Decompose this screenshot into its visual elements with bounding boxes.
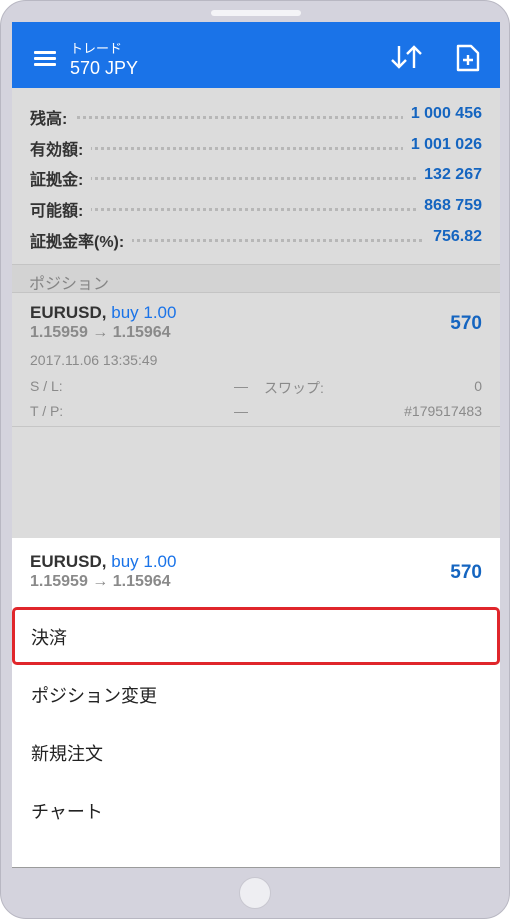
sheet-side: buy 1.00 (111, 552, 177, 571)
menu-item-chart[interactable]: チャート (12, 781, 500, 839)
ticket-number: #179517483 (404, 403, 482, 419)
leader-dots (30, 208, 482, 211)
summary-label: 証拠金: (30, 166, 92, 190)
stop-loss-label: S / L: (30, 378, 63, 394)
menu-item-new-order[interactable]: 新規注文 (12, 723, 500, 781)
symbol-text: EURUSD, (30, 552, 107, 571)
dimmed-overlay[interactable] (12, 427, 500, 538)
menu-item-label: 新規注文 (31, 744, 103, 764)
menu-item-label: ポジション変更 (31, 686, 157, 706)
position-profit: 570 (450, 313, 482, 334)
sheet-prices: 1.15959 → 1.15964 (30, 573, 171, 590)
summary-value: 1 000 456 (402, 105, 482, 123)
summary-row-margin-level: 証拠金率(%): 756.82 (30, 224, 482, 254)
position-symbol: EURUSD, buy 1.00 (30, 303, 176, 323)
speaker-grille (211, 10, 301, 16)
summary-label: 証拠金率(%): (30, 228, 133, 252)
position-open-time: 2017.11.06 13:35:49 (30, 352, 158, 368)
summary-row-balance: 残高: 1 000 456 (30, 101, 482, 131)
device-frame: トレード 570 JPY 残高: 1 000 456 有効額: 1 001 02… (0, 0, 510, 919)
position-side: buy 1.00 (111, 303, 177, 322)
summary-row-free-margin: 可能額: 868 759 (30, 193, 482, 223)
section-title: ポジション (29, 276, 110, 293)
highlight-box (12, 607, 500, 665)
sheet-profit: 570 (450, 562, 482, 583)
positions-section-header: ポジション (12, 264, 500, 293)
summary-value: 868 759 (416, 197, 482, 215)
position-row[interactable]: EURUSD, buy 1.00 1.15959 → 1.15964 570 2… (12, 293, 500, 427)
summary-row-equity: 有効額: 1 001 026 (30, 132, 482, 162)
screen: トレード 570 JPY 残高: 1 000 456 有効額: 1 001 02… (12, 22, 500, 868)
new-order-icon[interactable] (455, 44, 481, 72)
account-summary: 残高: 1 000 456 有効額: 1 001 026 証拠金: 132 26… (12, 88, 500, 264)
sort-arrows-icon[interactable] (390, 44, 424, 70)
swap-label: スワップ: (264, 380, 324, 396)
take-profit-value: — (234, 403, 248, 419)
take-profit-label: T / P: (30, 403, 64, 419)
screen-title: トレード (70, 41, 123, 56)
summary-label: 残高: (30, 105, 76, 129)
summary-row-margin: 証拠金: 132 267 (30, 162, 482, 192)
symbol-text: EURUSD, (30, 303, 107, 322)
app-bar: トレード 570 JPY (12, 22, 500, 88)
swap-value: 0 (474, 378, 482, 394)
divider (12, 867, 500, 868)
summary-value: 756.82 (425, 228, 482, 246)
menu-item-label: チャート (31, 802, 103, 822)
leader-dots (30, 177, 482, 180)
summary-label: 有効額: (30, 136, 92, 160)
profit-summary: 570 JPY (70, 58, 139, 78)
summary-label: 可能額: (30, 197, 92, 221)
position-prices: 1.15959 → 1.15964 (30, 324, 171, 341)
menu-item-modify-position[interactable]: ポジション変更 (12, 665, 500, 723)
summary-value: 132 267 (416, 166, 482, 184)
hamburger-menu-icon[interactable] (34, 51, 56, 67)
position-action-sheet: EURUSD, buy 1.00 1.15959 → 1.15964 570 決… (12, 538, 500, 868)
stop-loss-value: — (234, 378, 248, 394)
summary-value: 1 001 026 (402, 136, 482, 154)
home-button[interactable] (239, 877, 271, 909)
sheet-symbol: EURUSD, buy 1.00 (30, 552, 176, 572)
